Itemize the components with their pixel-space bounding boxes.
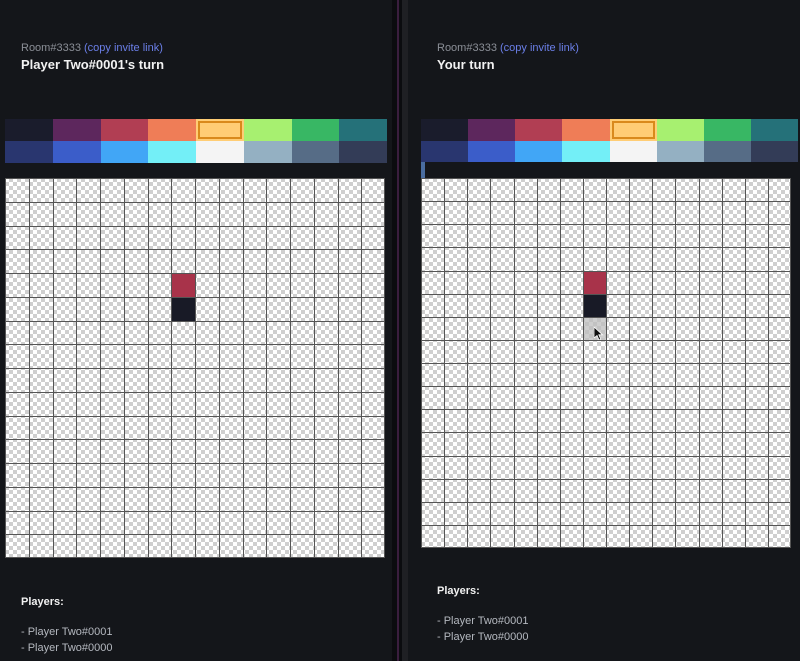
pixel-canvas[interactable] <box>5 178 385 558</box>
player-list-item: - Player Two#0000 <box>21 642 113 654</box>
color-swatch[interactable] <box>562 119 610 141</box>
pixel-canvas[interactable] <box>421 178 791 548</box>
color-swatch[interactable] <box>609 141 657 163</box>
color-swatch[interactable] <box>196 141 244 163</box>
color-swatch[interactable] <box>148 119 196 141</box>
room-label: Room#3333 <box>437 42 497 54</box>
color-swatch[interactable] <box>515 119 563 141</box>
color-swatch[interactable] <box>148 141 196 163</box>
color-swatch[interactable] <box>421 119 469 141</box>
color-swatch[interactable] <box>562 141 610 163</box>
color-swatch[interactable] <box>750 141 798 163</box>
player-list-item: - Player Two#0001 <box>21 626 113 638</box>
color-swatch[interactable] <box>515 141 563 163</box>
grid-lines <box>5 178 385 558</box>
color-swatch[interactable] <box>421 141 469 163</box>
color-swatch[interactable] <box>5 119 53 141</box>
color-swatch[interactable] <box>468 119 516 141</box>
turn-title: Player Two#0001's turn <box>21 57 165 72</box>
screen: Room#3333 (copy invite link) Player Two#… <box>0 0 800 661</box>
color-swatch[interactable] <box>656 141 704 163</box>
right-game-window: Room#3333 (copy invite link) Your turn P… <box>408 0 800 661</box>
color-swatch[interactable] <box>703 141 751 163</box>
color-swatch[interactable] <box>339 141 387 163</box>
color-swatch[interactable] <box>196 119 244 141</box>
players-heading: Players: <box>437 585 480 597</box>
color-swatch[interactable] <box>468 141 516 163</box>
players-heading: Players: <box>21 596 64 608</box>
room-label: Room#3333 <box>21 42 81 54</box>
color-palette <box>421 119 798 163</box>
color-swatch[interactable] <box>243 141 292 163</box>
room-info: Room#3333 (copy invite link) <box>21 42 163 54</box>
color-swatch[interactable] <box>291 119 340 141</box>
turn-timer-fill <box>421 162 425 178</box>
color-swatch[interactable] <box>339 119 387 141</box>
color-palette <box>5 119 387 163</box>
color-swatch[interactable] <box>52 119 101 141</box>
turn-title: Your turn <box>437 57 495 72</box>
room-info: Room#3333 (copy invite link) <box>437 42 579 54</box>
player-list-item: - Player Two#0000 <box>437 631 529 643</box>
left-game-window: Room#3333 (copy invite link) Player Two#… <box>0 0 392 661</box>
color-swatch[interactable] <box>100 141 149 163</box>
turn-timer-bar <box>421 162 798 178</box>
color-swatch[interactable] <box>609 119 657 141</box>
color-swatch[interactable] <box>52 141 101 163</box>
player-list-item: - Player Two#0001 <box>437 615 529 627</box>
color-swatch[interactable] <box>656 119 704 141</box>
window-divider <box>392 0 408 661</box>
color-swatch[interactable] <box>5 141 53 163</box>
color-swatch[interactable] <box>703 119 751 141</box>
grid-lines <box>421 178 791 548</box>
color-swatch[interactable] <box>750 119 798 141</box>
color-swatch[interactable] <box>243 119 292 141</box>
copy-invite-link[interactable]: (copy invite link) <box>84 42 163 54</box>
color-swatch[interactable] <box>291 141 340 163</box>
copy-invite-link[interactable]: (copy invite link) <box>500 42 579 54</box>
color-swatch[interactable] <box>100 119 149 141</box>
